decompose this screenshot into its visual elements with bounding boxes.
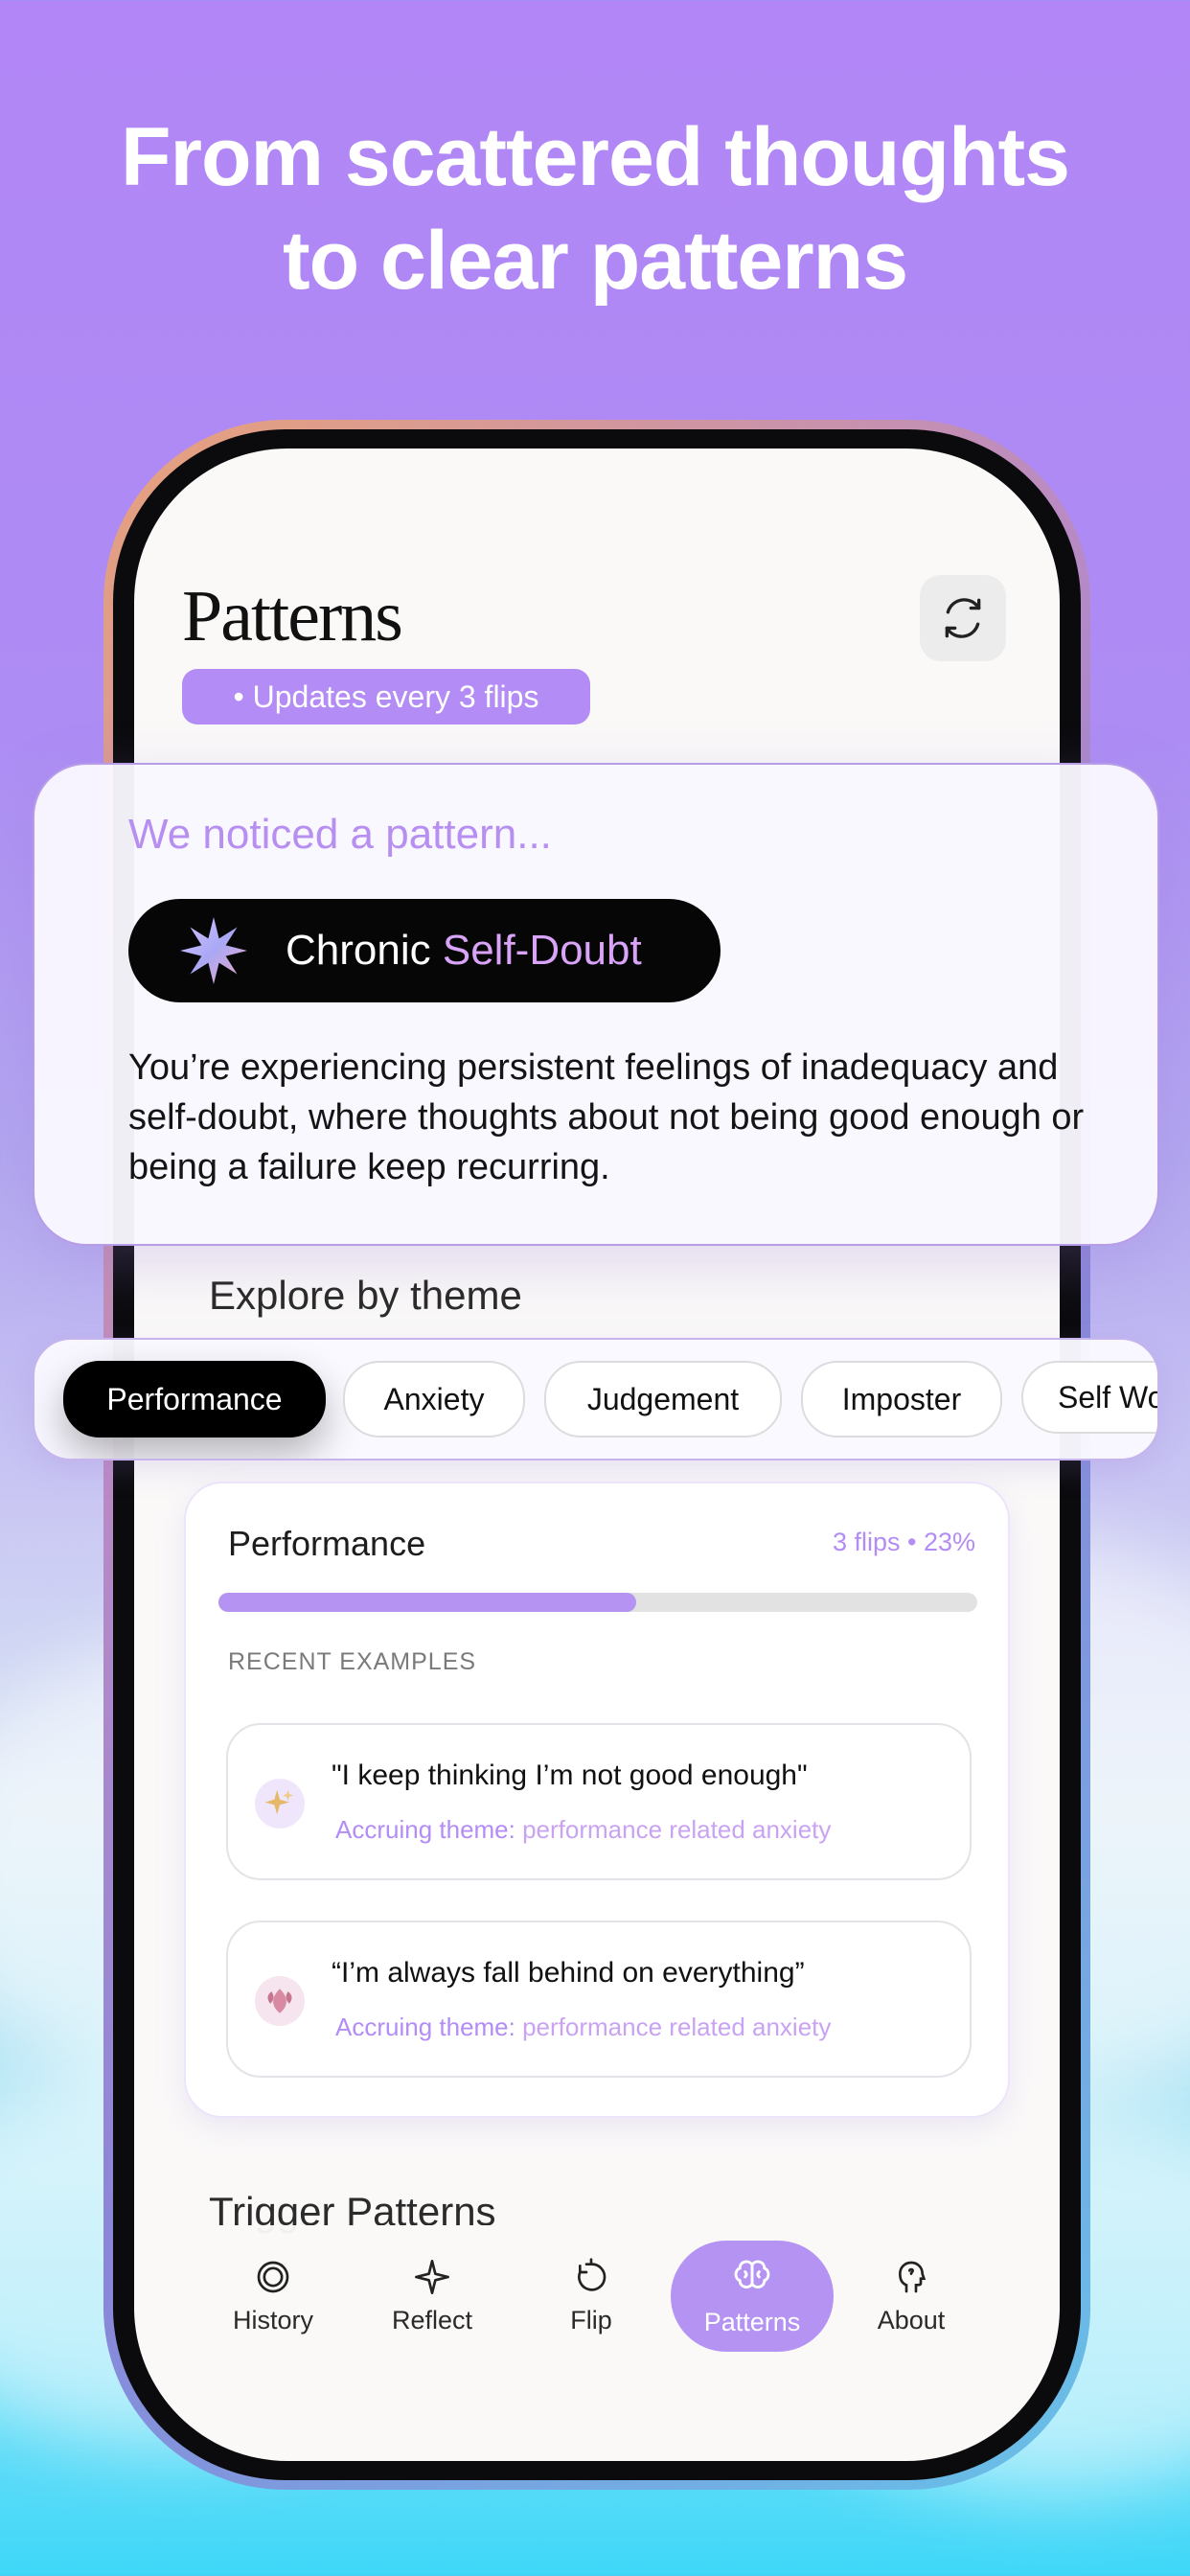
leaf-icon	[255, 1976, 305, 2026]
example-theme-label: Accruing theme:	[335, 1815, 515, 1844]
nav-reflect-label: Reflect	[391, 2305, 473, 2334]
example-quote: “I’m always fall behind on everything”	[332, 1957, 805, 1989]
sparkle-icon	[415, 2259, 449, 2294]
chip-self-worth[interactable]: Self Worth	[1021, 1361, 1157, 1434]
pattern-pill[interactable]: Chronic Self-Doubt	[128, 899, 721, 1002]
theme-progress-fill	[218, 1593, 636, 1612]
pattern-name: Chronic Self-Doubt	[286, 927, 642, 975]
chip-imposter[interactable]: Imposter	[801, 1361, 1002, 1438]
pattern-name-part-1: Chronic	[286, 927, 443, 974]
pattern-description: You’re experiencing persistent feelings …	[128, 1047, 1085, 1187]
nav-flip[interactable]: Flip	[510, 2241, 673, 2352]
recent-examples-label: RECENT EXAMPLES	[228, 1648, 477, 1675]
refresh-button[interactable]	[920, 575, 1006, 661]
nav-about-label: About	[877, 2305, 946, 2334]
theme-card: Performance 3 flips • 23% RECENT EXAMPLE…	[184, 1482, 1010, 2118]
pattern-heading: We noticed a pattern...	[128, 811, 552, 858]
brain-icon	[734, 2260, 770, 2288]
nav-about[interactable]: About	[830, 2241, 993, 2352]
example-quote: "I keep thinking I’m not good enough"	[332, 1760, 808, 1791]
nav-history[interactable]: History	[192, 2241, 355, 2352]
nav-flip-label: Flip	[570, 2305, 612, 2334]
pattern-card: We noticed a pattern... Chronic Self-Dou…	[33, 763, 1159, 1246]
theme-chip-bar: Performance Anxiety Judgement Imposter S…	[33, 1338, 1159, 1460]
refresh-icon	[945, 598, 981, 638]
example-item[interactable]: "I keep thinking I’m not good enough" Ac…	[226, 1723, 972, 1880]
example-item[interactable]: “I’m always fall behind on everything” A…	[226, 1920, 972, 2078]
history-icon	[257, 2261, 289, 2292]
headline-line-1: From scattered thoughts	[121, 111, 1070, 203]
headline-line-2: to clear patterns	[282, 215, 908, 307]
sparkles-icon	[255, 1779, 305, 1828]
nav-reflect[interactable]: Reflect	[351, 2241, 514, 2352]
page-title: Patterns	[182, 576, 403, 656]
flip-icon	[578, 2257, 606, 2291]
explore-heading: Explore by theme	[209, 1273, 522, 1318]
example-theme-value: performance related anxiety	[515, 1815, 832, 1844]
nav-history-label: History	[232, 2305, 313, 2334]
bottom-nav: History Reflect Flip Patterns About	[180, 2225, 1010, 2367]
nav-patterns[interactable]: Patterns	[671, 2241, 834, 2352]
theme-card-title: Performance	[228, 1524, 426, 1563]
theme-progress-track	[218, 1593, 977, 1612]
nav-patterns-label: Patterns	[703, 2307, 801, 2336]
headline: From scattered thoughts to clear pattern…	[0, 105, 1190, 312]
chip-anxiety[interactable]: Anxiety	[343, 1361, 525, 1438]
starburst-icon	[180, 917, 247, 984]
chip-performance[interactable]: Performance	[63, 1361, 326, 1438]
updates-badge: • Updates every 3 flips	[182, 669, 590, 724]
pattern-name-part-2: Self-Doubt	[442, 927, 642, 974]
example-theme: Accruing theme: performance related anxi…	[335, 1815, 831, 1845]
example-theme-value: performance related anxiety	[515, 2012, 832, 2041]
example-theme-label: Accruing theme:	[335, 2012, 515, 2041]
chip-judgement[interactable]: Judgement	[544, 1361, 782, 1438]
example-theme: Accruing theme: performance related anxi…	[335, 2012, 831, 2042]
theme-card-stats: 3 flips • 23%	[832, 1528, 975, 1556]
head-icon	[898, 2261, 927, 2292]
